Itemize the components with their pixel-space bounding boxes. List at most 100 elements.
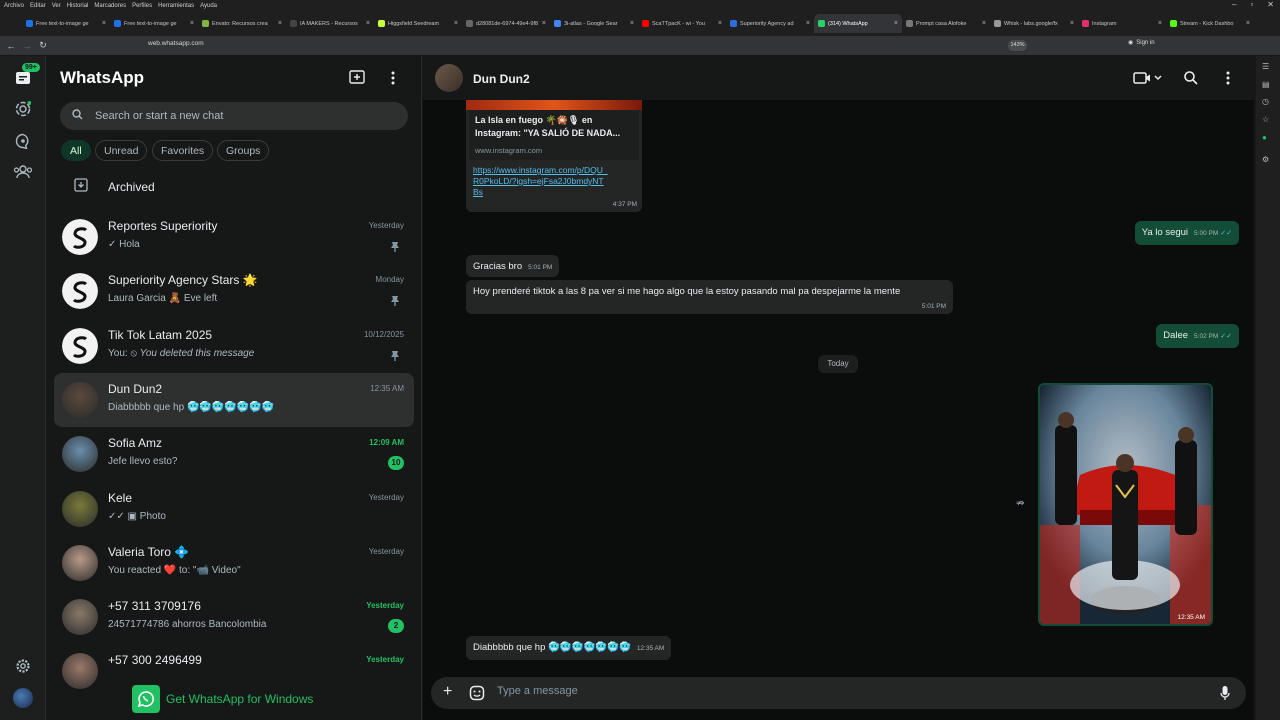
chat-menu-icon[interactable] <box>1223 70 1233 91</box>
chat-row[interactable]: Sofia Amz Jefe llevo esto? 12:09 AM 10 <box>54 427 414 481</box>
new-chat-icon[interactable] <box>349 70 365 89</box>
tab-close-icon[interactable]: × <box>718 20 722 27</box>
image-message[interactable]: 12:35 AM <box>1038 383 1213 626</box>
browser-tab[interactable]: Whisk - labs.google/fx × <box>990 14 1078 33</box>
chat-row[interactable]: Reportes Superiority ✓ Hola Yesterday <box>54 210 414 264</box>
tab-close-icon[interactable]: × <box>1070 20 1074 27</box>
tab-close-icon[interactable]: × <box>278 20 282 27</box>
incoming-message[interactable]: Diabbbbb que hp 🥶🥶🥶🥶🥶🥶🥶 12:35 AM <box>466 636 672 660</box>
browser-tab[interactable]: Instagram × <box>1078 14 1166 33</box>
settings-icon[interactable] <box>11 654 35 678</box>
tab-close-icon[interactable]: × <box>894 20 898 27</box>
archived-row[interactable]: Archived <box>60 172 410 202</box>
microphone-icon[interactable] <box>1220 685 1230 706</box>
tab-close-icon[interactable]: × <box>630 20 634 27</box>
archive-icon <box>74 177 88 197</box>
tab-close-icon[interactable]: × <box>982 20 986 27</box>
forward-icon[interactable]: ⇏ <box>1016 498 1024 509</box>
filter-groups[interactable]: Groups <box>217 140 270 161</box>
menu-item-1[interactable]: Editar <box>30 3 46 9</box>
menu-item-7[interactable]: Ayuda <box>200 3 217 9</box>
avatar <box>62 219 98 255</box>
search-bar[interactable] <box>60 102 408 130</box>
tab-close-icon[interactable]: × <box>366 20 370 27</box>
profile-avatar[interactable] <box>11 686 35 710</box>
channels-icon[interactable] <box>11 129 35 153</box>
close-window-icon[interactable]: ✕ <box>1267 0 1274 9</box>
chat-row[interactable]: Tik Tok Latam 2025 You: ⦸ You deleted thi… <box>54 319 414 373</box>
filter-all[interactable]: All <box>61 140 91 161</box>
link-preview-bubble[interactable]: La Isla en fuego 🌴🎇🎙 en Instagram: "YA S… <box>466 100 642 212</box>
sidebar-menu-icon[interactable]: ☰ <box>1262 62 1273 73</box>
tab-favicon-icon <box>466 20 473 27</box>
communities-icon[interactable] <box>11 160 35 184</box>
chat-row[interactable]: +57 311 3709176 24571774786 ahorros Banco… <box>54 590 414 644</box>
browser-tab[interactable]: Free text-to-image ge × <box>110 14 198 33</box>
forward-icon[interactable]: → <box>19 41 35 51</box>
attach-plus-icon[interactable]: + <box>443 684 452 700</box>
browser-tab[interactable]: Superiority Agency ad × <box>726 14 814 33</box>
filter-favorites[interactable]: Favorites <box>152 140 214 161</box>
chat-row[interactable]: Kele ✓✓ ▣ Photo Yesterday <box>54 482 414 536</box>
video-call-icon[interactable] <box>1133 71 1163 90</box>
browser-tab[interactable]: 3i-atlas - Google Sear × <box>550 14 638 33</box>
url-field[interactable]: web.whatsapp.com <box>148 40 204 47</box>
chat-row[interactable]: Valeria Toro 💠 You reacted ❤️ to: "📹 Vide… <box>54 536 414 590</box>
incoming-message[interactable]: Hoy prenderé tiktok a las 8 pa ver si me… <box>466 280 953 314</box>
reload-icon[interactable]: ↻ <box>35 40 51 51</box>
back-icon[interactable]: ← <box>3 41 19 51</box>
browser-tab[interactable]: d28081de-6974-49e4-9f8 × <box>462 14 550 33</box>
browser-tab[interactable]: Envato: Recursos crea × <box>198 14 286 33</box>
minimize-icon[interactable]: – <box>1232 0 1236 9</box>
contact-avatar[interactable] <box>435 64 463 92</box>
conversation-header[interactable] <box>423 56 1254 100</box>
reading-list-icon[interactable]: ▤ <box>1262 80 1273 91</box>
menu-item-6[interactable]: Herramientas <box>158 3 194 9</box>
status-icon[interactable] <box>11 97 35 121</box>
link-url[interactable]: https://www.instagram.com/p/DQU_R0PkoLD/… <box>466 160 616 198</box>
tab-title: d28081de-6974-49e4-9f8 <box>476 20 539 27</box>
whatsapp-sidebar-icon[interactable]: ● <box>1262 133 1273 144</box>
menu-item-4[interactable]: Marcadores <box>94 3 126 9</box>
outgoing-message[interactable]: Ya lo segui 5:00 PM ✓✓ <box>1134 221 1239 245</box>
tab-close-icon[interactable]: × <box>102 20 106 27</box>
chat-row[interactable]: Superiority Agency Stars 🌟 Laura Garcia 🧸… <box>54 264 414 318</box>
menu-icon[interactable] <box>388 70 398 86</box>
emoji-icon[interactable] <box>469 685 485 706</box>
signin-button[interactable]: ◉ Sign in <box>1128 39 1155 47</box>
menu-item-3[interactable]: Historial <box>67 3 89 9</box>
browser-tab[interactable]: Higgsfield Seedream × <box>374 14 462 33</box>
get-app-button[interactable]: Get WhatsApp for Windows <box>132 685 313 713</box>
browser-tab[interactable]: Prompt casa Alofoke × <box>902 14 990 33</box>
menu-item-0[interactable]: Archivo <box>4 3 24 9</box>
search-chat-icon[interactable] <box>1184 71 1198 90</box>
menu-item-2[interactable]: Ver <box>52 3 61 9</box>
maximize-icon[interactable]: ▫ <box>1250 0 1253 9</box>
browser-tab[interactable]: IA MAKERS - Recursos × <box>286 14 374 33</box>
zoom-level[interactable]: 143% <box>1008 40 1027 51</box>
outgoing-message[interactable]: Dalee 5:02 PM ✓✓ <box>1156 324 1239 348</box>
browser-tab[interactable]: (314) WhatsApp × <box>814 14 902 33</box>
tab-favicon-icon <box>202 20 209 27</box>
search-input[interactable] <box>95 110 375 122</box>
browser-tab[interactable]: Free text-to-image ge × <box>22 14 110 33</box>
browser-tab[interactable]: ScaTTpacK - wi - You × <box>638 14 726 33</box>
history-icon[interactable]: ◷ <box>1262 97 1273 108</box>
chat-row[interactable]: Dun Dun2 Diabbbbb que hp 🥶🥶🥶🥶🥶🥶🥶 12:35 AM <box>54 372 414 427</box>
bookmarks-icon[interactable]: ☆ <box>1262 115 1273 126</box>
message-time: 4:37 PM <box>612 201 637 208</box>
message-input[interactable] <box>497 685 1177 697</box>
browser-tab[interactable]: Stream - Kick Dashbo × <box>1166 14 1254 33</box>
chat-time: Yesterday <box>366 655 404 665</box>
menu-item-5[interactable]: Perfiles <box>132 3 152 9</box>
contact-name[interactable]: Dun Dun2 <box>473 72 530 86</box>
filter-unread[interactable]: Unread <box>95 140 148 161</box>
tab-close-icon[interactable]: × <box>1158 20 1162 27</box>
tab-close-icon[interactable]: × <box>190 20 194 27</box>
tab-close-icon[interactable]: × <box>454 20 458 27</box>
tab-close-icon[interactable]: × <box>542 20 546 27</box>
tab-close-icon[interactable]: × <box>1246 20 1250 27</box>
tab-close-icon[interactable]: × <box>806 20 810 27</box>
sidebar-settings-icon[interactable]: ⚙ <box>1262 155 1273 166</box>
incoming-message[interactable]: Gracias bro 5:01 PM <box>466 255 560 277</box>
